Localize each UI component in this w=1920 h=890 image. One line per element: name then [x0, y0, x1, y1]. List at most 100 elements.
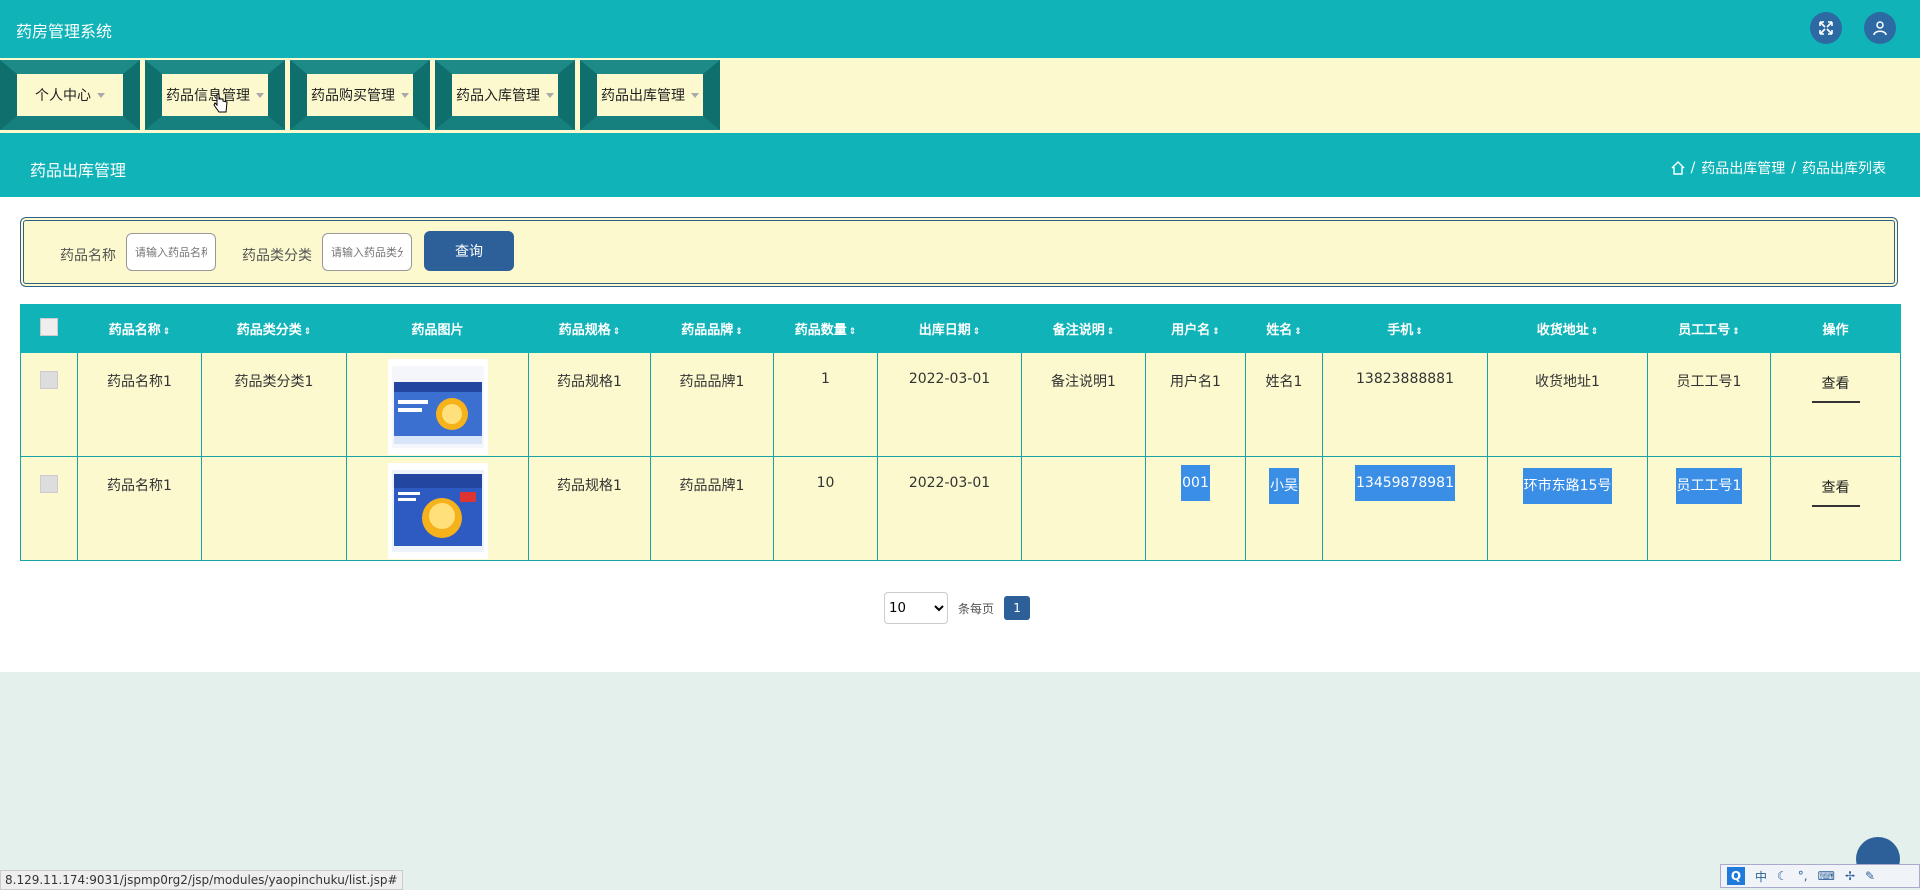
col-header[interactable]: 备注说明 ⇕: [1021, 304, 1146, 353]
selected-text: 员工工号1: [1675, 468, 1743, 504]
select-all-cell[interactable]: [20, 304, 78, 353]
data-table: 药品名称 ⇕ 药品类分类 ⇕ 药品图片 药品规格 ⇕ 药品品牌 ⇕ 药品数量 ⇕ 出库日期…: [20, 304, 1901, 561]
sort-icon[interactable]: ⇕: [973, 327, 981, 337]
table-row: 药品名称1 药品类分类1 药品规格1 药品品牌1 1 2022-03-01 备注…: [20, 352, 1901, 457]
sort-icon[interactable]: ⇕: [1294, 327, 1302, 337]
col-header[interactable]: 手机 ⇕: [1322, 304, 1488, 353]
col-header[interactable]: 出库日期 ⇕: [877, 304, 1022, 353]
selected-text: 001: [1181, 465, 1210, 501]
cell-note: [1021, 456, 1146, 561]
menu-drug-purchase[interactable]: 药品购买管理: [290, 60, 430, 130]
breadcrumb-item[interactable]: 药品出库管理: [1701, 158, 1785, 178]
page-title: 药品出库管理: [30, 161, 127, 180]
ime-lang[interactable]: 中: [1755, 868, 1767, 885]
col-header[interactable]: 员工工号 ⇕: [1647, 304, 1771, 353]
cell-action: 查看: [1770, 352, 1901, 457]
col-label: 药品类分类: [236, 323, 302, 338]
cell-image: [346, 352, 529, 457]
page-header: 药品出库管理 / 药品出库管理 / 药品出库列表: [0, 133, 1920, 197]
selected-text: 小吴: [1269, 468, 1299, 504]
col-header[interactable]: 用户名 ⇕: [1145, 304, 1246, 353]
content-area: 药品名称 药品类分类 查询 药品名称⇕ 药品类分类⇕ 药品图片 药品规格⇕ 药品…: [0, 197, 1920, 672]
hand-cursor-icon: [213, 93, 228, 113]
keyboard-icon[interactable]: ⌨: [1818, 869, 1835, 883]
sort-icon[interactable]: ⇕: [1591, 327, 1599, 337]
col-header[interactable]: 姓名 ⇕: [1245, 304, 1323, 353]
cell-username: 用户名1: [1145, 352, 1246, 457]
sort-icon[interactable]: ⇕: [304, 327, 312, 337]
wrench-icon[interactable]: ✎: [1865, 869, 1875, 883]
per-page-label: 条每页: [958, 601, 995, 616]
col-label: 药品名称: [108, 323, 161, 338]
category-search-input[interactable]: [322, 233, 412, 271]
cell-date: 2022-03-01: [877, 456, 1022, 561]
col-label: 操作: [1822, 323, 1849, 338]
col-header[interactable]: 收货地址 ⇕: [1487, 304, 1648, 353]
menu-personal-center[interactable]: 个人中心: [0, 60, 140, 130]
cell-staff: 员工工号1: [1647, 456, 1771, 561]
search-panel: 药品名称 药品类分类 查询: [20, 217, 1898, 287]
table-row: 药品名称1 药品规格1 药品品牌1 10 2022-03-01 001 小吴 1…: [20, 456, 1901, 561]
col-label: 收货地址: [1536, 323, 1589, 338]
fullwidth-icon[interactable]: ✢: [1845, 869, 1855, 883]
page-size-select[interactable]: 10: [884, 592, 948, 624]
cell-name: 药品名称1: [77, 456, 202, 561]
cell-staff: 员工工号1: [1647, 352, 1771, 457]
cell-action: 查看: [1770, 456, 1901, 561]
col-header[interactable]: 药品数量 ⇕: [773, 304, 878, 353]
sort-icon[interactable]: ⇕: [1415, 327, 1423, 337]
col-header[interactable]: 药品品牌 ⇕: [650, 304, 774, 353]
punctuation-icon[interactable]: °,: [1798, 869, 1808, 883]
sort-icon[interactable]: ⇕: [163, 327, 171, 337]
caret-down-icon: [401, 92, 409, 98]
sort-icon[interactable]: ⇕: [1732, 327, 1740, 337]
breadcrumb-separator: /: [1791, 160, 1796, 176]
sort-icon[interactable]: ⇕: [849, 327, 857, 337]
view-button[interactable]: 查看: [1811, 371, 1860, 403]
medicine-box-image: [391, 366, 484, 448]
status-url: 8.129.11.174:9031/jspmp0rg2/jsp/modules/…: [0, 870, 403, 890]
sort-icon[interactable]: ⇕: [1107, 327, 1115, 337]
category-label: 药品类分类: [242, 248, 312, 264]
col-label: 出库日期: [918, 323, 971, 338]
row-checkbox[interactable]: [40, 475, 58, 493]
home-icon[interactable]: [1671, 161, 1685, 175]
col-header[interactable]: 药品规格 ⇕: [528, 304, 651, 353]
sort-icon[interactable]: ⇕: [1212, 327, 1220, 337]
row-select-cell[interactable]: [20, 456, 78, 561]
row-select-cell[interactable]: [20, 352, 78, 457]
menu-drug-stock-out[interactable]: 药品出库管理: [580, 60, 720, 130]
menu-drug-stock-in[interactable]: 药品入库管理: [435, 60, 575, 130]
cell-date: 2022-03-01: [877, 352, 1022, 457]
cell-phone: 13823888881: [1322, 352, 1488, 457]
moon-icon[interactable]: ☾: [1777, 869, 1788, 883]
name-search-input[interactable]: [126, 233, 216, 271]
caret-down-icon: [97, 92, 105, 98]
col-label: 员工工号: [1678, 323, 1731, 338]
top-bar: 药房管理系统: [0, 0, 1920, 58]
sort-icon[interactable]: ⇕: [735, 327, 743, 337]
select-all-checkbox[interactable]: [40, 317, 58, 336]
pagination: 10 条每页 1: [884, 592, 1031, 624]
col-header[interactable]: 药品类分类 ⇕: [201, 304, 347, 353]
view-button[interactable]: 查看: [1811, 475, 1860, 507]
fullscreen-button[interactable]: [1810, 12, 1842, 44]
sort-icon[interactable]: ⇕: [613, 327, 621, 337]
menu-label: 个人中心: [35, 88, 91, 104]
breadcrumb: / 药品出库管理 / 药品出库列表: [1671, 158, 1886, 178]
ime-logo-icon[interactable]: Q: [1727, 867, 1745, 885]
medicine-box-image: [391, 470, 484, 552]
selected-text: 环市东路15号: [1522, 468, 1613, 504]
cell-realname: 小吴: [1245, 456, 1323, 561]
user-button[interactable]: [1864, 12, 1896, 44]
cell-brand: 药品品牌1: [650, 352, 774, 457]
selected-text: 13459878981: [1355, 465, 1455, 501]
row-checkbox[interactable]: [40, 371, 58, 389]
drug-image: [387, 463, 488, 559]
page-number-button[interactable]: 1: [1004, 596, 1031, 620]
cell-name: 药品名称1: [77, 352, 202, 457]
menu-label: 药品信息管理: [166, 88, 250, 104]
col-label: 姓名: [1266, 323, 1293, 338]
query-button[interactable]: 查询: [424, 231, 514, 271]
col-header[interactable]: 药品名称 ⇕: [77, 304, 202, 353]
